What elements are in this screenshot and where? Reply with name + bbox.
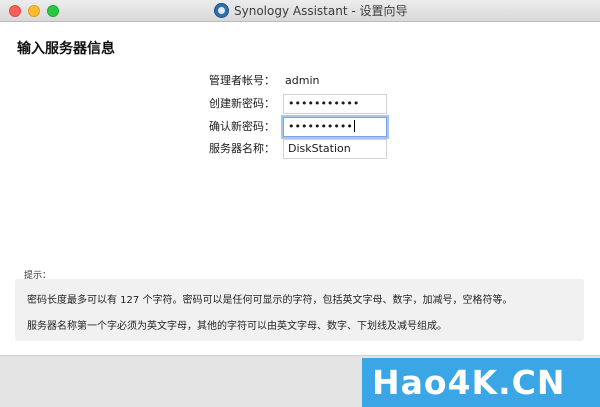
window-title: Synology Assistant - 设置向导 (234, 4, 408, 18)
minimize-window-button[interactable] (28, 5, 40, 17)
synology-assistant-icon (214, 3, 229, 18)
close-window-button[interactable] (9, 5, 21, 17)
confirm-password-value: •••••••••• (288, 120, 353, 133)
new-password-row: 创建新密码： ••••••••••• (0, 94, 600, 114)
hint-password-rule: 密码长度最多可以有 127 个字符。密码可以是任何可显示的字符，包括英文字母、数… (27, 295, 513, 306)
confirm-password-row: 确认新密码： •••••••••• (0, 117, 600, 137)
admin-account-value: admin (285, 74, 320, 87)
new-password-field[interactable]: ••••••••••• (283, 94, 387, 114)
confirm-password-label: 确认新密码： (209, 120, 275, 133)
server-name-label: 服务器名称： (209, 142, 275, 155)
confirm-password-field[interactable]: •••••••••• (283, 117, 387, 137)
text-caret (353, 120, 355, 132)
server-name-row: 服务器名称： DiskStation (0, 139, 600, 159)
maximize-window-button[interactable] (47, 5, 59, 17)
admin-account-row: 管理者帐号： admin (0, 71, 600, 91)
new-password-value: ••••••••••• (288, 97, 360, 110)
hint-box: 密码长度最多可以有 127 个字符。密码可以是任何可显示的字符，包括英文字母、数… (15, 279, 584, 341)
watermark-text: Hao4K.CN (372, 363, 566, 402)
server-name-value: DiskStation (288, 142, 351, 155)
admin-account-label: 管理者帐号： (209, 74, 275, 87)
title-bar[interactable]: Synology Assistant - 设置向导 (0, 0, 600, 22)
hint-server-name-rule: 服务器名称第一个字必须为英文字母，其他的字符可以由英文字母、数字、下划线及减号组… (27, 321, 447, 332)
page-heading: 输入服务器信息 (17, 41, 115, 57)
server-name-field[interactable]: DiskStation (283, 139, 387, 159)
new-password-label: 创建新密码： (209, 97, 275, 110)
